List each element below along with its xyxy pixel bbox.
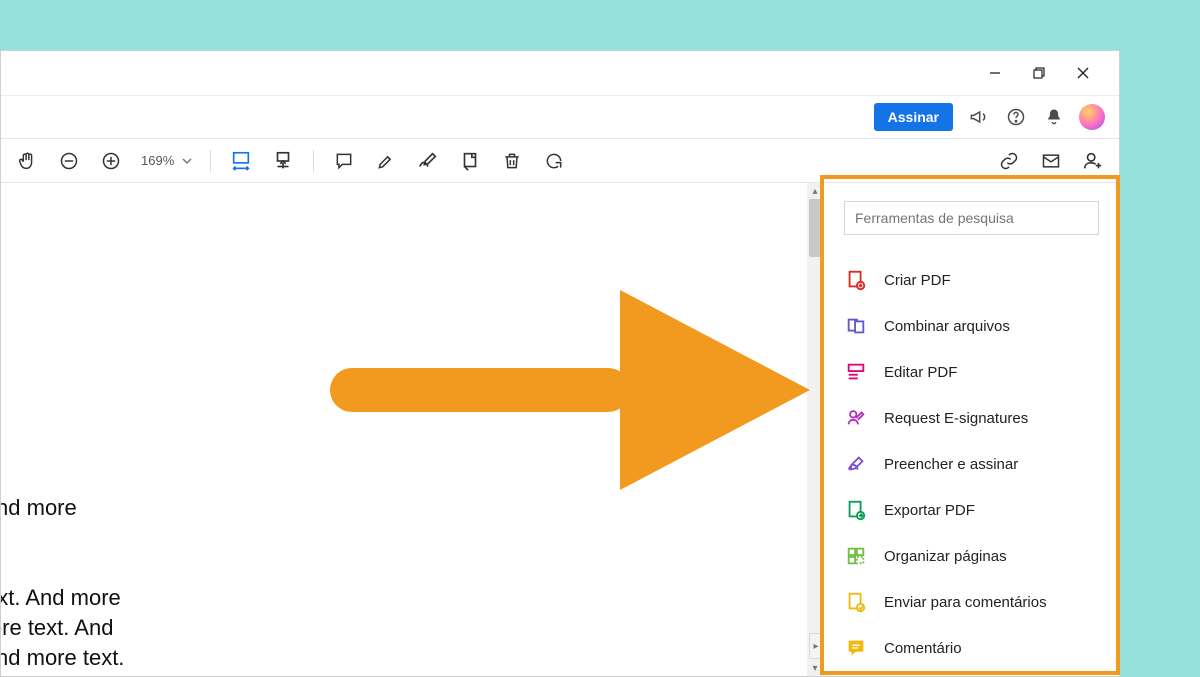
scroll-up-icon[interactable]: ▴: [807, 183, 823, 199]
zoom-value: 169%: [141, 153, 174, 168]
separator: [210, 150, 211, 172]
fit-page-icon[interactable]: [271, 149, 295, 173]
tool-label: Editar PDF: [884, 364, 957, 381]
tool-organize-pages[interactable]: Organizar páginas: [844, 533, 1099, 579]
sign-pen-icon[interactable]: [416, 149, 440, 173]
help-icon[interactable]: [1003, 104, 1029, 130]
tool-fill-sign[interactable]: Preencher e assinar: [844, 441, 1099, 487]
document-text: ext. And more ore text. And more nd more…: [1, 493, 124, 673]
app-window: Assinar: [0, 50, 1120, 677]
zoom-out-icon[interactable]: [57, 149, 81, 173]
tools-panel: Criar PDF Combinar arquivos Editar PDF: [823, 183, 1119, 676]
megaphone-icon[interactable]: [965, 104, 991, 130]
window-restore-button[interactable]: [1017, 55, 1061, 91]
window-close-button[interactable]: [1061, 55, 1105, 91]
organize-pages-icon: [844, 544, 868, 568]
fit-width-icon[interactable]: [229, 149, 253, 173]
tools-list: Criar PDF Combinar arquivos Editar PDF: [844, 257, 1099, 671]
comment-icon: [844, 636, 868, 660]
tool-label: Enviar para comentários: [884, 594, 1047, 611]
tool-label: Organizar páginas: [884, 548, 1007, 565]
tool-combine-files[interactable]: Combinar arquivos: [844, 303, 1099, 349]
send-comments-icon: [844, 590, 868, 614]
secondary-toolbar: 169%: [1, 139, 1119, 183]
top-ribbon: Assinar: [1, 95, 1119, 139]
highlight-icon[interactable]: [374, 149, 398, 173]
window-minimize-button[interactable]: [973, 55, 1017, 91]
rotate-icon[interactable]: [542, 149, 566, 173]
tool-label: Exportar PDF: [884, 502, 975, 519]
separator: [313, 150, 314, 172]
email-icon[interactable]: [1039, 149, 1063, 173]
vertical-scrollbar[interactable]: ▴ ▾: [807, 183, 823, 676]
create-pdf-icon: [844, 268, 868, 292]
tool-create-pdf[interactable]: Criar PDF: [844, 257, 1099, 303]
document-view[interactable]: ext. And more ore text. And more nd more…: [1, 183, 807, 676]
tool-label: Criar PDF: [884, 272, 951, 289]
tools-search-input[interactable]: [844, 201, 1099, 235]
zoom-in-icon[interactable]: [99, 149, 123, 173]
tool-edit-pdf[interactable]: Editar PDF: [844, 349, 1099, 395]
export-pdf-icon: [844, 498, 868, 522]
zoom-dropdown[interactable]: 169%: [141, 153, 192, 168]
panel-collapse-handle[interactable]: ▸: [809, 633, 823, 659]
sign-button[interactable]: Assinar: [874, 103, 953, 131]
note-comment-icon[interactable]: [332, 149, 356, 173]
stamp-icon[interactable]: [458, 149, 482, 173]
link-icon[interactable]: [997, 149, 1021, 173]
content-area: ext. And more ore text. And more nd more…: [1, 183, 1119, 676]
tool-label: Combinar arquivos: [884, 318, 1010, 335]
share-user-icon[interactable]: [1081, 149, 1105, 173]
tool-send-for-comments[interactable]: Enviar para comentários: [844, 579, 1099, 625]
fill-sign-icon: [844, 452, 868, 476]
tool-label: Preencher e assinar: [884, 456, 1018, 473]
user-avatar[interactable]: [1079, 104, 1105, 130]
tool-comment[interactable]: Comentário: [844, 625, 1099, 671]
tool-export-pdf[interactable]: Exportar PDF: [844, 487, 1099, 533]
scroll-down-icon[interactable]: ▾: [807, 660, 823, 676]
scroll-thumb[interactable]: [809, 199, 821, 257]
combine-files-icon: [844, 314, 868, 338]
window-titlebar: [1, 51, 1119, 95]
bell-icon[interactable]: [1041, 104, 1067, 130]
delete-icon[interactable]: [500, 149, 524, 173]
tool-label: Request E-signatures: [884, 410, 1028, 427]
hand-pan-icon[interactable]: [15, 149, 39, 173]
tool-request-esignatures[interactable]: Request E-signatures: [844, 395, 1099, 441]
request-signature-icon: [844, 406, 868, 430]
edit-pdf-icon: [844, 360, 868, 384]
tool-label: Comentário: [884, 640, 962, 657]
